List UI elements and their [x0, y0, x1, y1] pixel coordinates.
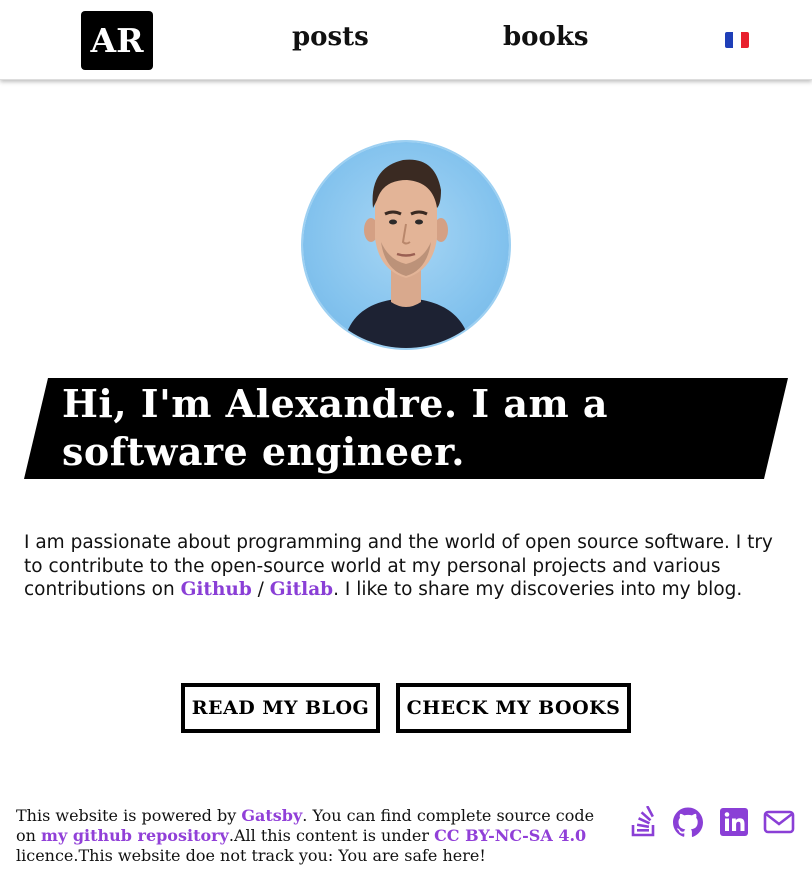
- github-icon-graphic: [673, 807, 703, 837]
- avatar-illustration: [343, 159, 471, 348]
- flag-white-stripe: [733, 32, 741, 48]
- github-link[interactable]: Github: [181, 579, 252, 600]
- mail-icon[interactable]: [763, 806, 795, 838]
- profile-avatar: [303, 142, 509, 348]
- french-flag-icon[interactable]: [725, 32, 749, 48]
- read-blog-button[interactable]: READ MY BLOG: [181, 683, 380, 733]
- gitlab-link[interactable]: Gitlab: [270, 579, 333, 600]
- tracking-text: licence.This website doe not track you: …: [16, 846, 486, 865]
- linkedin-icon[interactable]: [718, 806, 750, 838]
- home-logo[interactable]: AR: [81, 11, 153, 70]
- intro-paragraph: I am passionate about programming and th…: [24, 531, 788, 602]
- license-text: .All this content is under: [228, 826, 435, 845]
- nav-posts-link[interactable]: posts: [292, 22, 369, 52]
- flag-blue-stripe: [725, 32, 733, 48]
- flag-red-stripe: [741, 32, 749, 48]
- license-link[interactable]: CC BY-NC-SA 4.0: [434, 826, 586, 845]
- check-books-button[interactable]: CHECK MY BOOKS: [396, 683, 631, 733]
- github-icon[interactable]: [672, 806, 704, 838]
- hero-title: Hi, I'm Alexandre. I am a software engin…: [62, 381, 609, 474]
- site-header: AR posts books: [0, 0, 812, 80]
- intro-text-end: . I like to share my discoveries into my…: [333, 579, 743, 600]
- stackoverflow-icon-graphic: [631, 806, 655, 837]
- gatsby-link[interactable]: Gatsby: [241, 806, 302, 825]
- nav-books-link[interactable]: books: [503, 22, 589, 52]
- link-separator: /: [251, 579, 270, 600]
- powered-by-text: This website is powered by: [16, 806, 242, 825]
- stackoverflow-icon[interactable]: [628, 806, 660, 838]
- linkedin-icon-graphic: [720, 808, 748, 836]
- repo-link[interactable]: my github repository: [41, 826, 229, 845]
- footer-text: This website is powered by Gatsby. You c…: [16, 806, 606, 866]
- mail-icon-graphic: [763, 810, 795, 834]
